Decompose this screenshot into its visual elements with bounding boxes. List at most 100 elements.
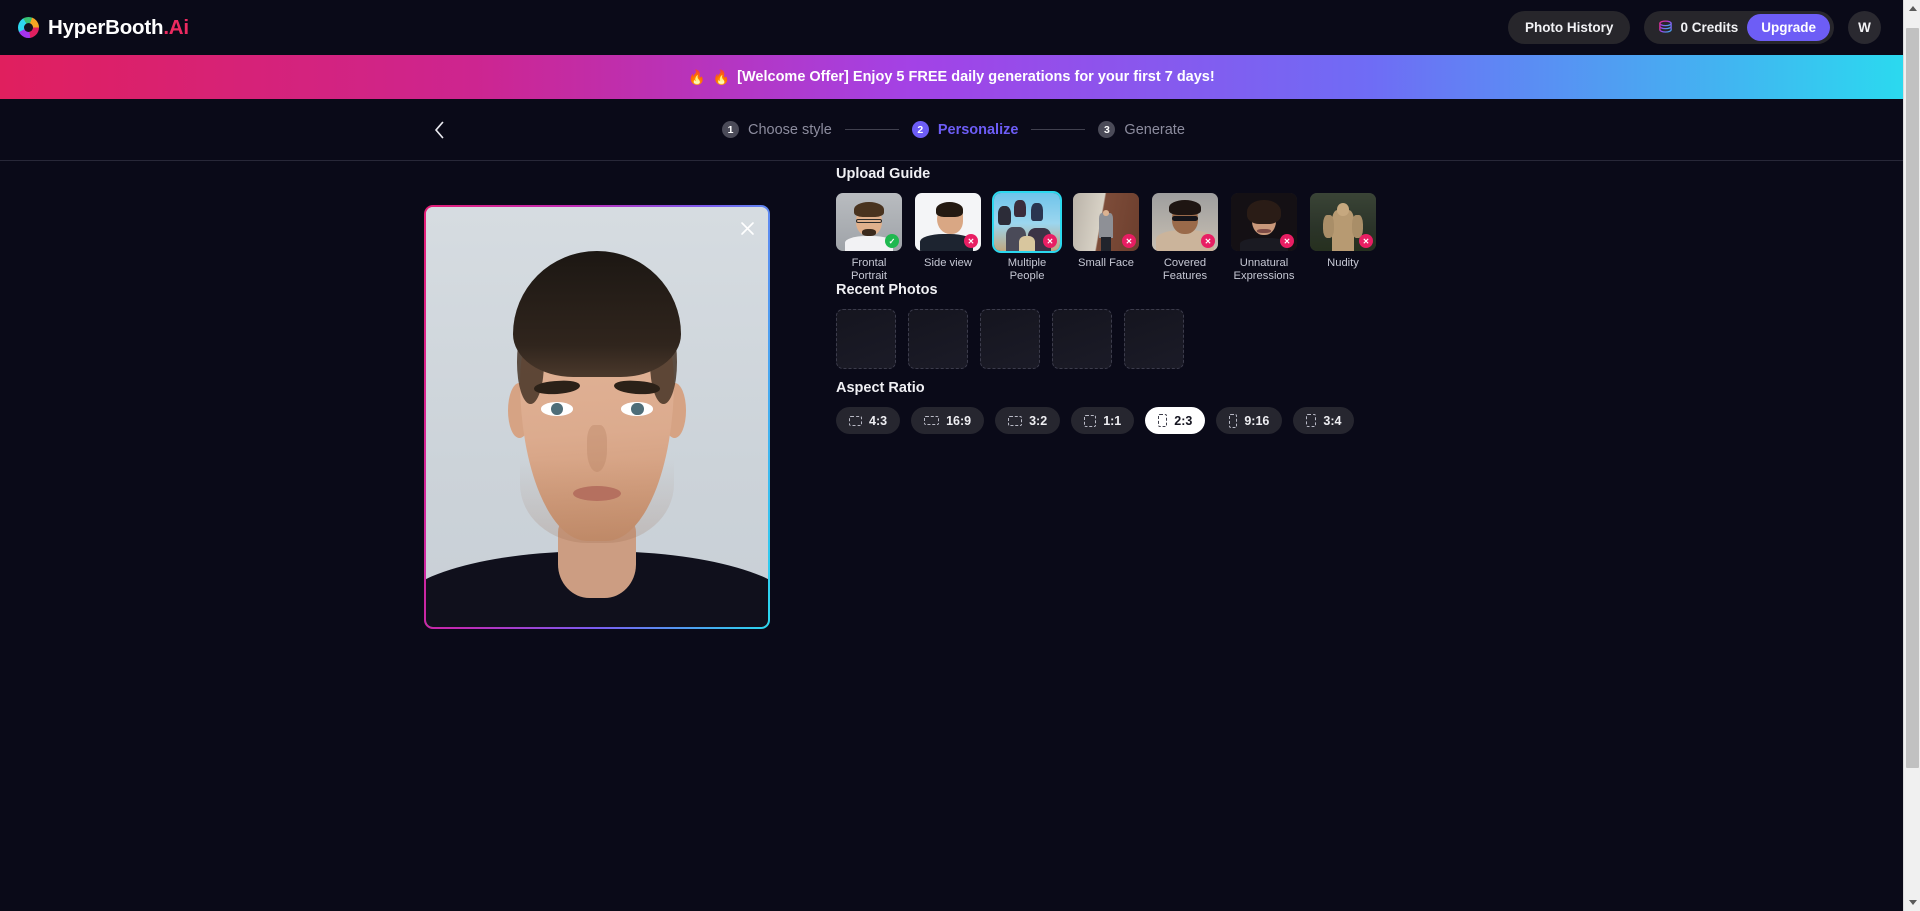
scroll-down-button[interactable] bbox=[1904, 894, 1920, 911]
aspect-ratio-label: 1:1 bbox=[1103, 413, 1122, 428]
credits-label: 0 Credits bbox=[1680, 20, 1739, 35]
brand-suffix: .Ai bbox=[163, 15, 189, 39]
top-navigation-bar: HyperBooth.Ai Photo History 0 Credits Up… bbox=[0, 0, 1903, 55]
fire-icon: 🔥 bbox=[688, 69, 706, 85]
recent-photo-slot[interactable] bbox=[1052, 309, 1112, 369]
chevron-left-icon bbox=[434, 121, 443, 138]
top-bar-actions: Photo History 0 Credits Upgrade W bbox=[1507, 11, 1881, 44]
recent-photo-slot[interactable] bbox=[1124, 309, 1184, 369]
recent-photos-title: Recent Photos bbox=[836, 282, 938, 298]
guide-label: Side view bbox=[924, 257, 972, 269]
guide-item-unnatural-expressions[interactable]: ✕ Unnatural Expressions bbox=[1231, 193, 1297, 283]
step-separator bbox=[1031, 129, 1086, 130]
credits-group: 0 Credits Upgrade bbox=[1644, 11, 1834, 44]
step-choose-style[interactable]: 1 Choose style bbox=[722, 121, 832, 138]
recent-photo-slot[interactable] bbox=[908, 309, 968, 369]
workspace: Upload Guide ✓ Frontal Portrait ✕ Side v… bbox=[0, 161, 1903, 911]
guide-item-frontal-portrait[interactable]: ✓ Frontal Portrait bbox=[836, 193, 902, 283]
guide-label: Covered Features bbox=[1162, 257, 1208, 283]
aspect-ratio-section: Aspect Ratio 4:3 16:9 3:2 1:1 2:3 9:16 3… bbox=[836, 380, 1355, 434]
brand-name: HyperBooth.Ai bbox=[48, 15, 189, 39]
step-list: 1 Choose style 2 Personalize 3 Generate bbox=[722, 121, 1185, 138]
promo-banner-content: 🔥 🔥 [Welcome Offer] Enjoy 5 FREE daily g… bbox=[688, 69, 1214, 85]
step-progress-bar: 1 Choose style 2 Personalize 3 Generate bbox=[0, 99, 1903, 161]
aspect-ratio-option-16-9[interactable]: 16:9 bbox=[911, 407, 985, 434]
fire-icon: 🔥 bbox=[712, 69, 731, 85]
cross-icon: ✕ bbox=[1122, 234, 1136, 248]
frame-icon bbox=[1008, 415, 1023, 426]
recent-photos-list bbox=[836, 309, 1184, 369]
guide-item-multiple-people[interactable]: ✕ Multiple People bbox=[994, 193, 1060, 283]
frame-icon bbox=[1229, 413, 1238, 428]
cross-icon: ✕ bbox=[1201, 234, 1215, 248]
recent-photos-section: Recent Photos bbox=[836, 282, 1184, 369]
frame-icon bbox=[1158, 414, 1168, 427]
photo-history-button[interactable]: Photo History bbox=[1507, 11, 1631, 44]
portrait-image bbox=[426, 207, 768, 627]
frame-icon bbox=[924, 416, 940, 425]
promo-banner[interactable]: 🔥 🔥 [Welcome Offer] Enjoy 5 FREE daily g… bbox=[0, 55, 1903, 99]
step-personalize[interactable]: 2 Personalize bbox=[911, 121, 1019, 138]
brand-logo[interactable]: HyperBooth.Ai bbox=[18, 16, 189, 40]
step-number: 1 bbox=[722, 121, 739, 138]
aspect-ratio-label: 3:4 bbox=[1323, 413, 1342, 428]
coin-stack-icon bbox=[1659, 20, 1673, 33]
guide-item-nudity[interactable]: ✕ Nudity bbox=[1310, 193, 1376, 283]
aspect-ratio-list: 4:3 16:9 3:2 1:1 2:3 9:16 3:4 bbox=[836, 407, 1355, 434]
guide-item-side-view[interactable]: ✕ Side view bbox=[915, 193, 981, 283]
guide-thumbnail: ✕ bbox=[1073, 193, 1139, 251]
close-icon bbox=[740, 221, 754, 235]
recent-photo-slot[interactable] bbox=[980, 309, 1040, 369]
guide-item-small-face[interactable]: ✕ Small Face bbox=[1073, 193, 1139, 283]
guide-thumbnail: ✕ bbox=[1152, 193, 1218, 251]
aspect-ratio-option-4-3[interactable]: 4:3 bbox=[836, 407, 901, 434]
aspect-ratio-option-3-2[interactable]: 3:2 bbox=[995, 407, 1061, 434]
scroll-down-arrow-icon bbox=[1908, 900, 1917, 905]
guide-thumbnail: ✓ bbox=[836, 193, 902, 251]
guide-thumbnail: ✕ bbox=[994, 193, 1060, 251]
step-label: Choose style bbox=[748, 121, 832, 138]
scrollbar-thumb[interactable] bbox=[1906, 28, 1919, 768]
guide-item-covered-features[interactable]: ✕ Covered Features bbox=[1152, 193, 1218, 283]
frame-icon bbox=[849, 415, 862, 426]
cross-icon: ✕ bbox=[964, 234, 978, 248]
step-separator bbox=[844, 129, 899, 130]
credits-button[interactable]: 0 Credits bbox=[1658, 20, 1738, 35]
guide-thumbnail: ✕ bbox=[915, 193, 981, 251]
aspect-ratio-label: 16:9 bbox=[946, 413, 972, 428]
promo-banner-text: [Welcome Offer] Enjoy 5 FREE daily gener… bbox=[737, 69, 1215, 85]
upload-guide-list: ✓ Frontal Portrait ✕ Side view ✕ Multipl… bbox=[836, 193, 1376, 283]
aspect-ratio-label: 3:2 bbox=[1029, 413, 1048, 428]
upload-guide-section: Upload Guide ✓ Frontal Portrait ✕ Side v… bbox=[836, 166, 1376, 283]
guide-label: Multiple People bbox=[1007, 257, 1047, 283]
upload-guide-title: Upload Guide bbox=[836, 166, 931, 182]
guide-label: Small Face bbox=[1078, 257, 1134, 269]
step-label: Personalize bbox=[937, 121, 1019, 138]
aspect-ratio-option-2-3[interactable]: 2:3 bbox=[1145, 407, 1206, 434]
frame-icon bbox=[1306, 414, 1317, 427]
avatar[interactable]: W bbox=[1848, 11, 1881, 44]
back-button[interactable] bbox=[424, 115, 454, 145]
check-icon: ✓ bbox=[885, 234, 899, 248]
cross-icon: ✕ bbox=[1043, 234, 1057, 248]
scroll-up-button[interactable] bbox=[1904, 0, 1920, 17]
recent-photo-slot[interactable] bbox=[836, 309, 896, 369]
guide-label: Unnatural Expressions bbox=[1233, 257, 1295, 283]
uploaded-photo-card[interactable] bbox=[424, 205, 770, 629]
guide-thumbnail: ✕ bbox=[1310, 193, 1376, 251]
remove-photo-button[interactable] bbox=[736, 217, 758, 239]
aspect-ratio-option-3-4[interactable]: 3:4 bbox=[1293, 407, 1355, 434]
cross-icon: ✕ bbox=[1280, 234, 1294, 248]
guide-thumbnail: ✕ bbox=[1231, 193, 1297, 251]
step-generate[interactable]: 3 Generate bbox=[1098, 121, 1185, 138]
step-number: 3 bbox=[1098, 121, 1116, 138]
aspect-ratio-label: 2:3 bbox=[1174, 413, 1193, 428]
guide-label: Frontal Portrait bbox=[850, 257, 888, 283]
step-number: 2 bbox=[911, 121, 929, 138]
guide-label: Nudity bbox=[1327, 257, 1359, 269]
aspect-ratio-option-9-16[interactable]: 9:16 bbox=[1216, 407, 1283, 434]
vertical-scrollbar[interactable] bbox=[1903, 0, 1920, 911]
upgrade-button[interactable]: Upgrade bbox=[1747, 14, 1830, 41]
scroll-up-arrow-icon bbox=[1908, 6, 1917, 11]
aspect-ratio-option-1-1[interactable]: 1:1 bbox=[1071, 407, 1135, 434]
